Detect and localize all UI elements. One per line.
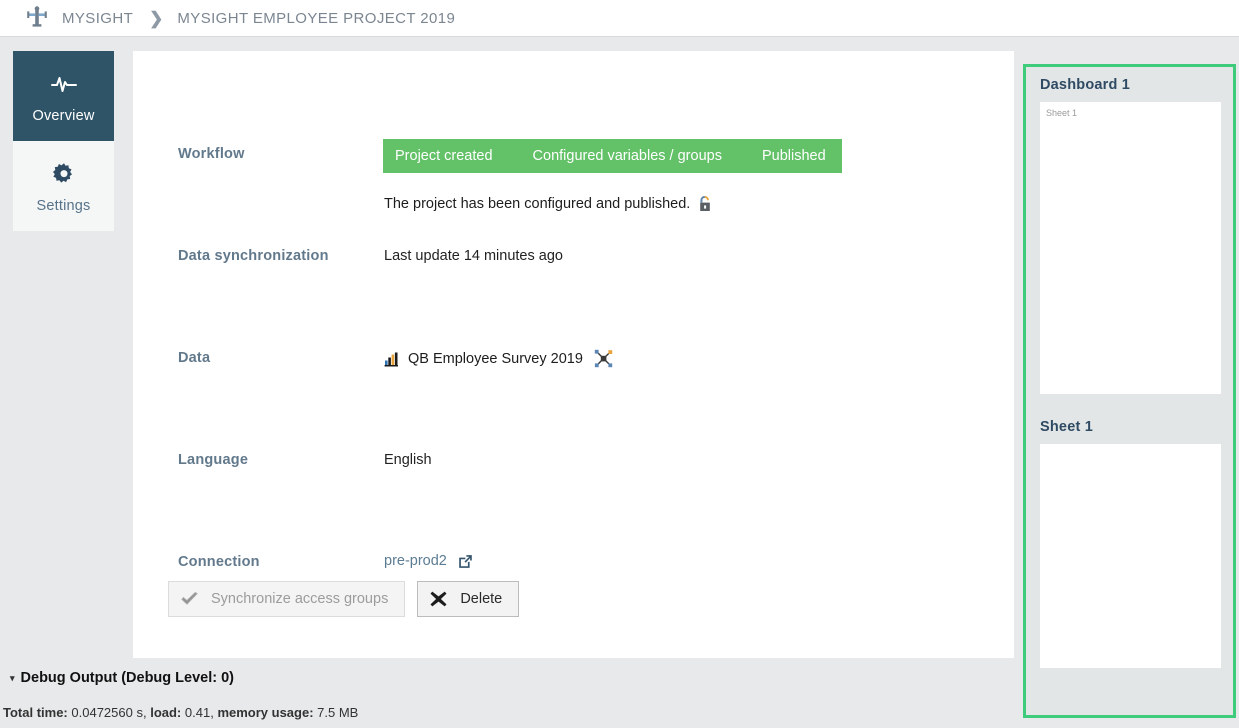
workflow-step-label: Published — [761, 148, 826, 164]
sidebar-item-settings[interactable]: Settings — [13, 141, 114, 231]
language-value: English — [384, 452, 432, 468]
sidebar: Overview Settings — [13, 51, 114, 231]
data-value-group: QB Employee Survey 2019 — [384, 349, 613, 368]
row-label-connection: Connection — [178, 554, 260, 570]
synchronize-access-groups-button[interactable]: Synchronize access groups — [168, 581, 406, 617]
breadcrumb-root[interactable]: MYSIGHT — [62, 10, 133, 27]
synchronize-access-groups-label: Synchronize access groups — [211, 591, 389, 607]
delete-label: Delete — [460, 591, 503, 607]
delete-button[interactable]: Delete — [417, 581, 520, 617]
sheet-preview-block[interactable]: Sheet 1 — [1026, 409, 1233, 668]
dashboard-canvas-sheet-label: Sheet 1 — [1046, 108, 1078, 118]
sheet-preview-canvas[interactable] — [1040, 444, 1221, 668]
workflow-stepper: Project created Configured variables / g… — [383, 139, 842, 173]
sidebar-item-label: Settings — [36, 197, 91, 214]
bar-chart-icon — [384, 352, 398, 366]
workflow-status: The project has been configured and publ… — [384, 195, 714, 213]
load-value: 0.41, — [184, 705, 214, 720]
sidebar-item-label: Overview — [32, 107, 95, 124]
external-link-icon[interactable] — [458, 554, 473, 569]
workflow-step-label: Project created — [395, 148, 493, 164]
debug-stats-line: Total time: 0.0472560 s, load: 0.41, mem… — [3, 705, 1014, 720]
dashboard-preview-block[interactable]: Dashboard 1 Sheet 1 — [1026, 67, 1233, 394]
gear-icon — [52, 162, 72, 183]
breadcrumb-separator-icon: ❯ — [149, 8, 164, 28]
memory-label: memory usage: — [217, 705, 314, 720]
cross-icon — [430, 591, 447, 607]
workflow-step-project-created[interactable]: Project created — [383, 139, 527, 173]
row-label-language: Language — [178, 452, 249, 468]
dashboard-preview-title: Dashboard 1 — [1040, 77, 1131, 93]
sidebar-item-overview[interactable]: Overview — [13, 51, 114, 141]
row-label-data-synchronization: Data synchronization — [178, 248, 329, 264]
data-value-label: QB Employee Survey 2019 — [408, 350, 583, 367]
workflow-step-label: Configured variables / groups — [532, 148, 722, 164]
sheet-preview-title: Sheet 1 — [1040, 419, 1093, 435]
dashboard-preview-canvas[interactable]: Sheet 1 — [1040, 102, 1221, 394]
connection-link[interactable]: pre-prod2 — [384, 553, 447, 569]
total-time-label: Total time: — [3, 705, 68, 720]
row-label-workflow: Workflow — [178, 146, 245, 162]
memory-value: 7.5 MB — [317, 705, 359, 720]
total-time-value: 0.0472560 s, — [71, 705, 147, 720]
unlock-icon[interactable] — [698, 195, 714, 213]
breadcrumb-current[interactable]: MYSIGHT EMPLOYEE PROJECT 2019 — [177, 10, 455, 27]
load-label: load: — [150, 705, 182, 720]
connection-value-group: pre-prod2 — [384, 553, 473, 569]
workflow-step-configured-variables[interactable]: Configured variables / groups — [506, 139, 756, 173]
network-nodes-icon[interactable] — [594, 349, 613, 368]
preview-panel-divider — [1026, 394, 1233, 409]
debug-output-section: ▾ Debug Output (Debug Level: 0) Total ti… — [0, 670, 1014, 720]
top-breadcrumb-bar: MYSIGHT ❯ MYSIGHT EMPLOYEE PROJECT 2019 — [0, 0, 1239, 37]
preview-panel: Dashboard 1 Sheet 1 Sheet 1 — [1023, 64, 1236, 718]
debug-output-title: Debug Output (Debug Level: 0) — [20, 670, 234, 686]
person-figure-icon — [27, 6, 47, 27]
workflow-status-text: The project has been configured and publ… — [384, 196, 691, 212]
pulse-icon — [50, 76, 77, 92]
data-synchronization-value: Last update 14 minutes ago — [384, 248, 563, 264]
main-content-card: Workflow Project created Configured vari… — [133, 51, 1014, 658]
action-button-row: Synchronize access groups Delete — [168, 581, 520, 617]
debug-output-toggle[interactable]: ▾ Debug Output (Debug Level: 0) — [10, 670, 1014, 686]
check-icon — [181, 592, 198, 606]
workflow-step-published[interactable]: Published — [735, 139, 842, 173]
row-label-data: Data — [178, 350, 211, 366]
page-body: Overview Settings Workflow Project creat… — [0, 37, 1239, 728]
chevron-down-icon: ▾ — [10, 672, 15, 683]
